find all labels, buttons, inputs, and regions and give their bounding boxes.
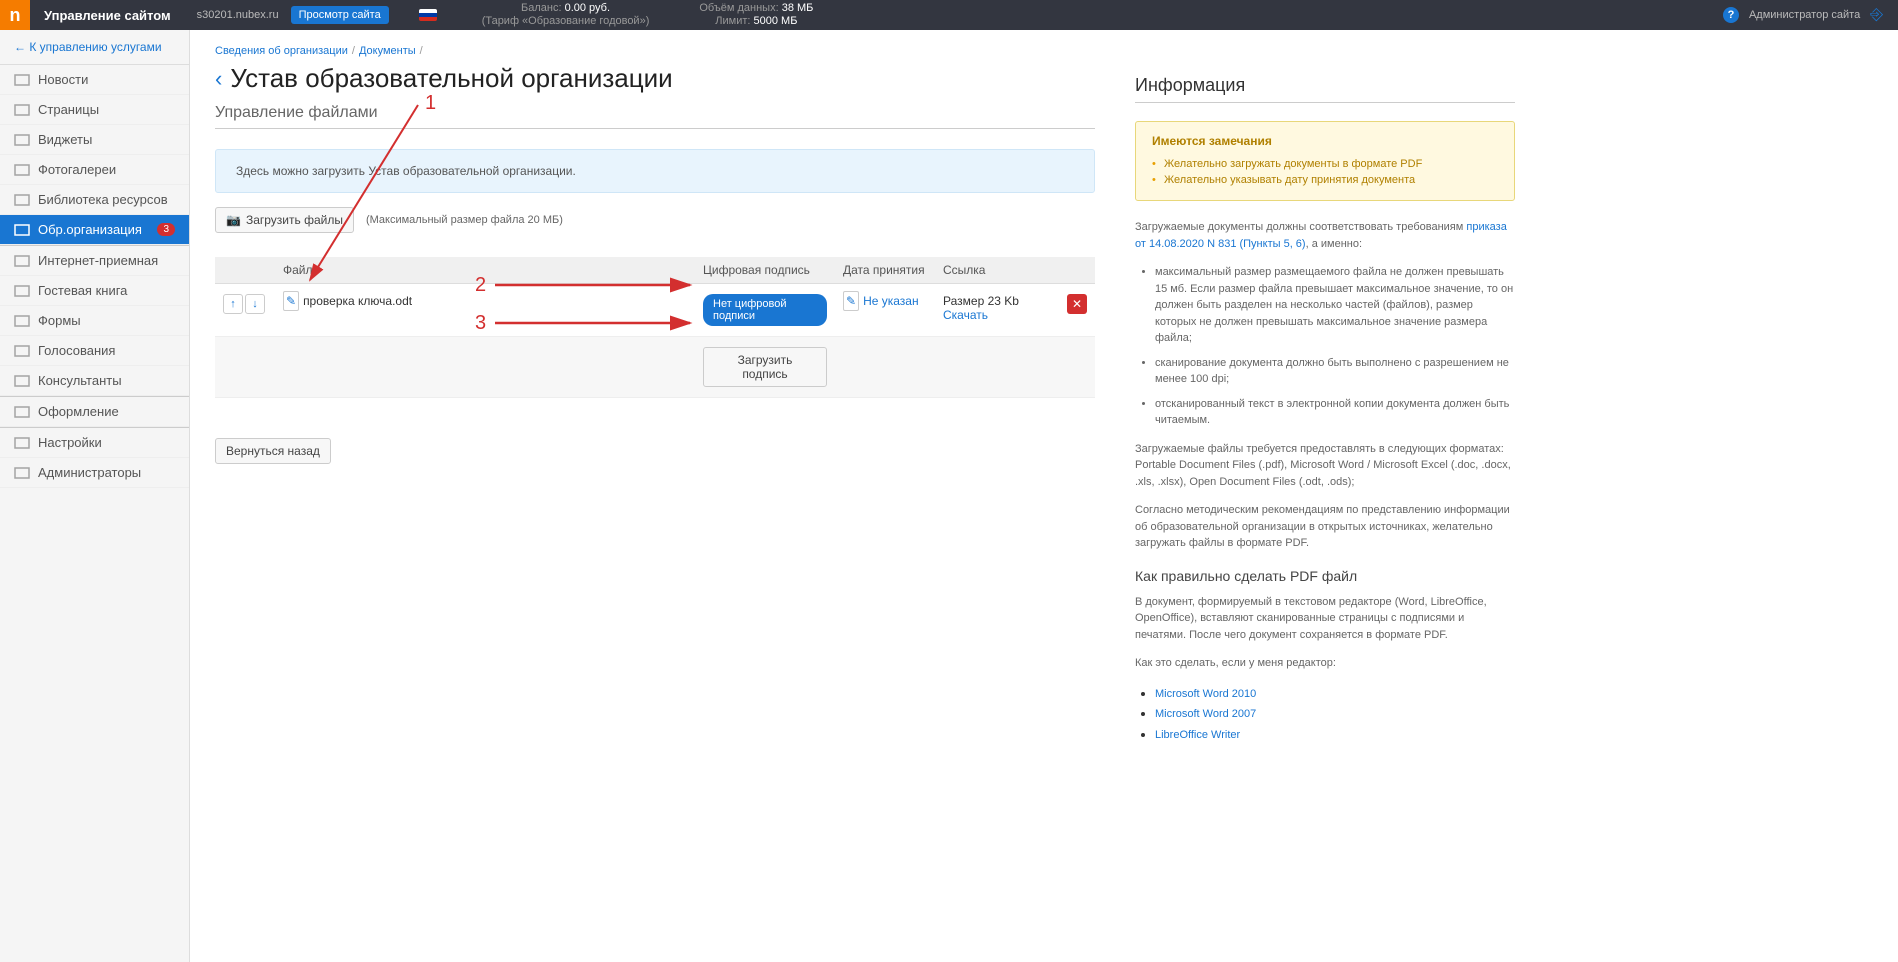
pdf-link-libreoffice[interactable]: LibreOffice Writer xyxy=(1155,729,1240,741)
warning-title: Имеются замечания xyxy=(1152,134,1498,148)
info-title: Информация xyxy=(1135,75,1515,103)
preview-site-button[interactable]: Просмотр сайта xyxy=(291,6,389,24)
nav-label: Голосования xyxy=(38,343,115,358)
nav-label: Библиотека ресурсов xyxy=(38,192,168,207)
nav-icon xyxy=(14,284,30,298)
sidebar-item-13[interactable]: Администраторы xyxy=(0,458,189,488)
requirement-item: максимальный размер размещаемого файла н… xyxy=(1155,264,1515,347)
nav-label: Гостевая книга xyxy=(38,283,127,298)
site-domain: s30201.nubex.ru xyxy=(185,9,291,21)
nav-icon xyxy=(14,163,30,177)
warning-item: Желательно загружать документы в формате… xyxy=(1152,156,1498,172)
sidebar-item-3[interactable]: Фотогалереи xyxy=(0,155,189,185)
tariff-label: (Тариф «Образование годовой») xyxy=(482,15,650,28)
nav-icon xyxy=(14,436,30,450)
sidebar-item-10[interactable]: Консультанты xyxy=(0,366,189,396)
nav-icon xyxy=(14,223,30,237)
sidebar-item-8[interactable]: Формы xyxy=(0,306,189,336)
requirements-intro: Загружаемые документы должны соответство… xyxy=(1135,219,1515,252)
nav-label: Обр.организация xyxy=(38,222,142,237)
warning-item: Желательно указывать дату принятия докум… xyxy=(1152,172,1498,188)
flag-icon[interactable] xyxy=(419,9,437,21)
nav-icon xyxy=(14,314,30,328)
pdf-description: В документ, формируемый в текстовом реда… xyxy=(1135,594,1515,644)
back-button[interactable]: Вернуться назад xyxy=(215,438,331,464)
nav-label: Интернет-приемная xyxy=(38,253,158,268)
balance-value: 0.00 руб. xyxy=(565,2,610,14)
data-label: Объём данных: xyxy=(699,2,778,14)
pdf-link-word2007[interactable]: Microsoft Word 2007 xyxy=(1155,708,1256,720)
site-management-title: Управление сайтом xyxy=(30,8,185,23)
back-to-services-link[interactable]: ← К управлению услугами xyxy=(0,30,189,65)
nav-label: Страницы xyxy=(38,102,99,117)
pdf-howto: Как это сделать, если у меня редактор: xyxy=(1135,655,1515,672)
warning-box: Имеются замечания Желательно загружать д… xyxy=(1135,121,1515,201)
sidebar-item-6[interactable]: Интернет-приемная xyxy=(0,245,189,276)
sidebar-item-2[interactable]: Виджеты xyxy=(0,125,189,155)
storage-info: Объём данных: 38 МБ Лимит: 5000 МБ xyxy=(674,2,838,28)
annotation-2: 2 xyxy=(475,274,486,297)
info-panel: Информация Имеются замечания Желательно … xyxy=(1135,45,1515,947)
data-value: 38 МБ xyxy=(782,2,814,14)
nav-label: Формы xyxy=(38,313,81,328)
nav-badge: 3 xyxy=(157,223,175,236)
nav-icon xyxy=(14,73,30,87)
annotation-1: 1 xyxy=(425,92,436,115)
nav-icon xyxy=(14,133,30,147)
limit-value: 5000 МБ xyxy=(754,15,798,27)
sidebar-item-5[interactable]: Обр.организация 3 xyxy=(0,215,189,245)
sidebar-item-11[interactable]: Оформление xyxy=(0,396,189,427)
nav-icon xyxy=(14,254,30,268)
sidebar-item-1[interactable]: Страницы xyxy=(0,95,189,125)
requirement-item: сканирование документа должно быть выпол… xyxy=(1155,355,1515,388)
sidebar: ← К управлению услугами Новости Страницы В… xyxy=(0,30,190,962)
sidebar-item-12[interactable]: Настройки xyxy=(0,427,189,458)
nav-label: Настройки xyxy=(38,435,102,450)
nav-icon xyxy=(14,466,30,480)
nav-label: Фотогалереи xyxy=(38,162,116,177)
method-info: Согласно методическим рекомендациям по п… xyxy=(1135,502,1515,552)
nav-icon xyxy=(14,103,30,117)
requirement-item: отсканированный текст в электронной копи… xyxy=(1155,396,1515,429)
limit-label: Лимит: xyxy=(715,15,750,27)
formats-info: Загружаемые файлы требуется предоставлят… xyxy=(1135,441,1515,491)
annotation-overlay xyxy=(190,30,1090,430)
nav-label: Оформление xyxy=(38,404,119,419)
admin-link[interactable]: Администратор сайта xyxy=(1749,9,1860,21)
annotation-3: 3 xyxy=(475,312,486,335)
nav-label: Виджеты xyxy=(38,132,92,147)
top-bar: n Управление сайтом s30201.nubex.ru Прос… xyxy=(0,0,1898,30)
pdf-link-word2010[interactable]: Microsoft Word 2010 xyxy=(1155,688,1256,700)
logo[interactable]: n xyxy=(0,0,30,30)
nav-label: Новости xyxy=(38,72,88,87)
nav-label: Консультанты xyxy=(38,373,122,388)
nav-icon xyxy=(14,374,30,388)
logout-icon[interactable]: ⎆ xyxy=(1870,6,1883,24)
nav-label: Администраторы xyxy=(38,465,141,480)
balance-label: Баланс: xyxy=(521,2,562,14)
help-icon[interactable]: ? xyxy=(1723,7,1739,23)
pdf-subtitle: Как правильно сделать PDF файл xyxy=(1135,568,1515,584)
sidebar-item-0[interactable]: Новости xyxy=(0,65,189,95)
sidebar-item-7[interactable]: Гостевая книга xyxy=(0,276,189,306)
sidebar-item-9[interactable]: Голосования xyxy=(0,336,189,366)
balance-info: Баланс: 0.00 руб. (Тариф «Образование го… xyxy=(457,2,675,28)
nav-icon xyxy=(14,405,30,419)
nav-icon xyxy=(14,344,30,358)
sidebar-item-4[interactable]: Библиотека ресурсов xyxy=(0,185,189,215)
nav-icon xyxy=(14,193,30,207)
back-link-label: К управлению услугами xyxy=(29,40,161,54)
